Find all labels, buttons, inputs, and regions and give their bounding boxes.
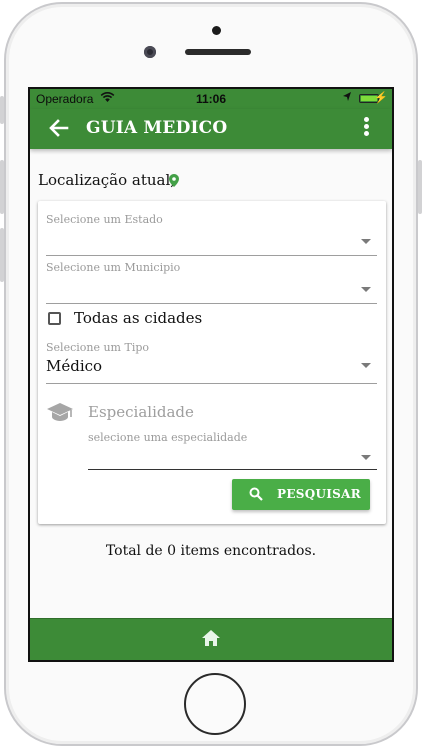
location-arrow-icon <box>343 92 351 101</box>
clock: 11:06 <box>195 92 227 106</box>
volume-up-button <box>0 160 4 214</box>
especialidade-title: Especialidade <box>88 403 194 421</box>
mute-switch <box>0 96 4 124</box>
earpiece-speaker <box>185 49 251 55</box>
chevron-down-icon <box>361 363 371 368</box>
volume-down-button <box>0 228 4 282</box>
charging-icon: ⚡ <box>374 92 388 104</box>
chevron-down-icon <box>361 455 371 460</box>
back-arrow-icon[interactable] <box>46 115 72 141</box>
search-form-card: Selecione um Estado Selecione um Municip… <box>38 201 386 524</box>
app-screen: Operadora 11:06 ⚡ GUIA MEDICO Localizaçã… <box>28 87 394 662</box>
search-button-label: PESQUISAR <box>277 487 362 501</box>
page-title: GUIA MEDICO <box>86 118 228 138</box>
hardware-home-button[interactable] <box>184 673 246 735</box>
estado-select[interactable]: Selecione um Estado <box>46 213 377 256</box>
results-count: Total de 0 items encontrados. <box>105 543 317 559</box>
especialidade-select[interactable]: selecione uma especialidade <box>88 431 377 470</box>
search-button[interactable]: PESQUISAR <box>232 479 370 510</box>
tipo-select[interactable]: Selecione um Tipo Médico <box>46 341 377 384</box>
home-icon[interactable] <box>201 629 221 647</box>
graduation-cap-icon <box>47 403 73 421</box>
status-bar: Operadora 11:06 ⚡ <box>30 89 392 109</box>
chevron-down-icon <box>361 239 371 244</box>
front-sensor <box>212 26 221 35</box>
location-label: Localização atual, <box>38 171 176 189</box>
power-button <box>418 160 422 214</box>
app-bar: GUIA MEDICO <box>30 109 392 149</box>
search-icon <box>249 487 263 501</box>
tipo-value: Médico <box>46 357 103 375</box>
bottom-nav <box>30 618 392 660</box>
more-options-icon[interactable] <box>360 116 372 140</box>
chevron-down-icon <box>361 287 371 292</box>
municipio-label: Selecione um Municipio <box>46 261 181 274</box>
main-content: Localização atual, Selecione um Estado S… <box>30 149 392 619</box>
estado-label: Selecione um Estado <box>46 213 163 226</box>
todas-cidades-checkbox[interactable] <box>48 312 61 325</box>
todas-cidades-label: Todas as cidades <box>74 309 203 327</box>
municipio-select[interactable]: Selecione um Municipio <box>46 261 377 304</box>
front-camera <box>144 46 156 58</box>
especialidade-label: selecione uma especialidade <box>88 431 248 444</box>
map-pin-icon[interactable] <box>169 174 179 187</box>
tipo-label: Selecione um Tipo <box>46 341 149 354</box>
